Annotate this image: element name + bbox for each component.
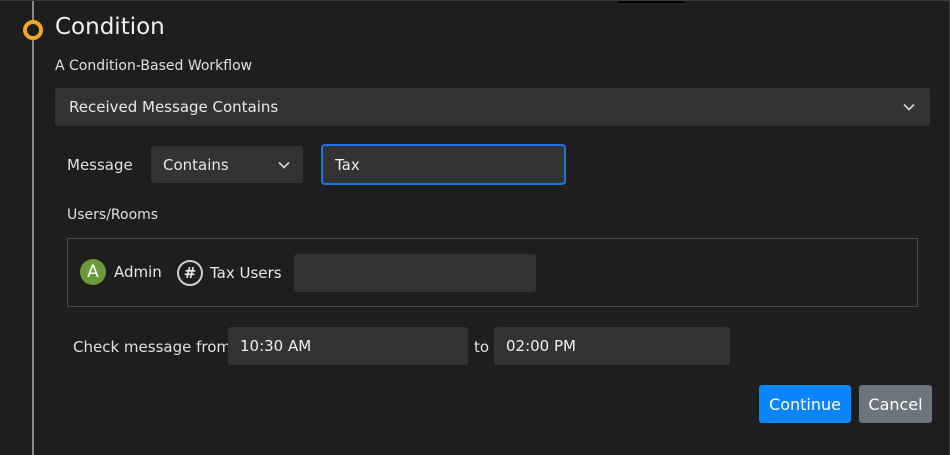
check-message-from-label: Check message from <box>73 338 231 356</box>
user-chip-admin[interactable]: A Admin <box>80 259 162 285</box>
timeline-line-top <box>32 1 34 21</box>
condition-panel: Condition A Condition-Based Workflow Rec… <box>0 0 950 455</box>
room-chip-tax-users[interactable]: # Tax Users <box>177 260 282 286</box>
timeline-step-marker <box>23 20 43 40</box>
time-to-input[interactable] <box>494 327 730 365</box>
users-rooms-box[interactable]: A Admin # Tax Users <box>67 238 918 307</box>
time-separator-label: to <box>474 338 490 356</box>
workflow-condition-select[interactable]: Received Message Contains <box>55 88 930 126</box>
room-chip-label: Tax Users <box>210 264 282 282</box>
message-operator-value: Contains <box>163 155 229 174</box>
message-label: Message <box>67 156 133 174</box>
users-rooms-input[interactable] <box>294 254 536 292</box>
message-operator-select[interactable]: Contains <box>151 146 303 183</box>
continue-button[interactable]: Continue <box>759 385 851 423</box>
avatar: A <box>80 259 106 285</box>
section-title: Condition <box>55 14 165 40</box>
timeline-line <box>32 39 34 455</box>
chevron-down-icon <box>903 103 915 111</box>
users-rooms-label: Users/Rooms <box>67 207 159 223</box>
time-from-input[interactable] <box>228 327 468 365</box>
chevron-down-icon <box>278 161 290 169</box>
top-edge-marker <box>618 1 684 3</box>
user-chip-label: Admin <box>114 263 162 281</box>
message-text-input[interactable] <box>321 144 566 185</box>
cancel-button[interactable]: Cancel <box>859 385 932 423</box>
section-subtitle: A Condition-Based Workflow <box>55 58 253 74</box>
workflow-condition-value: Received Message Contains <box>69 98 279 116</box>
room-hash-icon: # <box>177 260 203 286</box>
